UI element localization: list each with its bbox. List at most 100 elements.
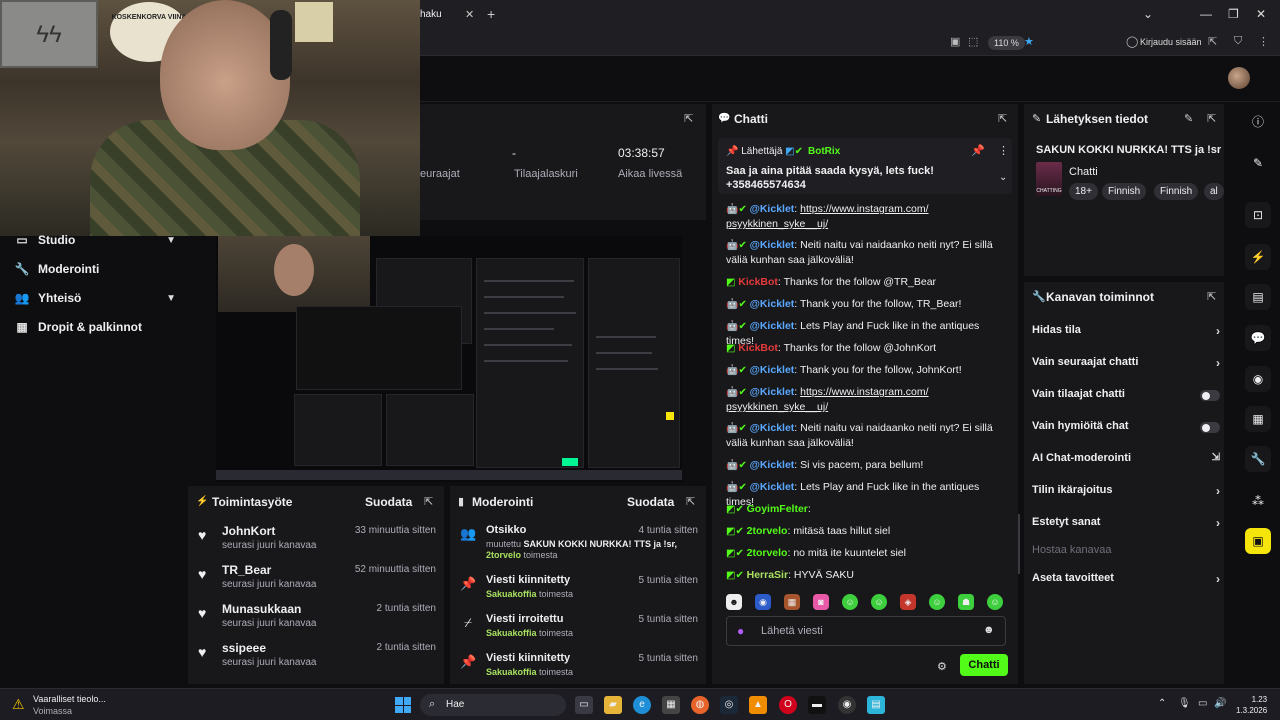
save-icon[interactable]: ⬚ xyxy=(968,35,978,48)
menu-icon[interactable]: ⋮ xyxy=(1258,35,1269,48)
broadcast-icon[interactable]: ◉ xyxy=(1245,366,1271,392)
tag-badge[interactable]: Finnish xyxy=(1154,183,1199,200)
vlc-icon[interactable]: ▲ xyxy=(749,696,767,714)
follower-name[interactable]: TR_Bear xyxy=(222,563,271,577)
network-icon[interactable]: ▭ xyxy=(1198,698,1207,709)
chat-bubble-icon[interactable]: 💬 xyxy=(1245,325,1271,351)
steam-icon[interactable]: ◎ xyxy=(720,696,738,714)
document-icon[interactable]: ▤ xyxy=(1245,284,1271,310)
emote-icon[interactable]: ◈ xyxy=(900,594,916,610)
action-followers-only[interactable]: Vain seuraajat chatti › xyxy=(1032,356,1224,378)
volume-icon[interactable]: 🔊 xyxy=(1214,698,1226,709)
minimize-icon[interactable]: — xyxy=(1200,7,1212,21)
extensions-icon[interactable]: ⇱ xyxy=(1208,35,1217,48)
microphone-icon[interactable]: 🎙 xyxy=(1178,698,1191,709)
popout-icon[interactable]: ⇱ xyxy=(424,495,433,508)
maximize-icon[interactable]: ❐ xyxy=(1228,7,1239,21)
tag-badge[interactable]: al xyxy=(1204,183,1224,200)
terminal-icon[interactable]: ▬ xyxy=(808,696,826,714)
firefox-icon[interactable]: ◍ xyxy=(691,696,709,714)
chat-username[interactable]: @Kicklet xyxy=(750,320,795,332)
tab-list-icon[interactable]: ⌄ xyxy=(1143,7,1153,21)
popout-icon[interactable]: ⇱ xyxy=(1207,112,1216,125)
emote-icon[interactable]: ☺ xyxy=(842,594,858,610)
gear-icon[interactable]: ⚙ xyxy=(937,660,947,673)
edit-icon[interactable]: ✎ xyxy=(1184,112,1193,125)
store-icon[interactable]: ▦ xyxy=(662,696,680,714)
wrench-icon[interactable]: 🔧 xyxy=(1245,446,1271,472)
file-explorer-icon[interactable]: ▰ xyxy=(604,696,622,714)
popout-icon[interactable]: ⇱ xyxy=(686,495,695,508)
layout-icon[interactable]: ▦ xyxy=(1245,406,1271,432)
clapper-icon[interactable]: ▣ xyxy=(1245,528,1271,554)
emote-icon[interactable]: ☺ xyxy=(871,594,887,610)
follower-name[interactable]: Munasukkaan xyxy=(222,602,301,616)
weather-warning-title[interactable]: Vaaralliset tieolo... xyxy=(33,694,106,704)
tray-chevron-icon[interactable]: ⌃ xyxy=(1158,698,1166,709)
chat-username[interactable]: GoyimFelter xyxy=(747,503,808,515)
chat-username[interactable]: KickBot xyxy=(738,276,778,288)
apps-icon[interactable]: ⁂ xyxy=(1245,488,1271,514)
chat-username[interactable]: @Kicklet xyxy=(750,364,795,376)
popout-icon[interactable]: ⇱ xyxy=(1207,290,1216,303)
chat-username[interactable]: @Kicklet xyxy=(750,298,795,310)
chat-username[interactable]: @Kicklet xyxy=(750,481,795,493)
new-tab-icon[interactable]: + xyxy=(487,6,495,22)
mod-actor[interactable]: Sakuakoffia xyxy=(486,628,537,638)
pin-icon[interactable]: 📌 xyxy=(971,144,985,157)
opera-icon[interactable]: O xyxy=(779,696,797,714)
subscribers-only-toggle[interactable] xyxy=(1200,390,1220,401)
browser-tab-title[interactable]: haku xyxy=(420,9,442,20)
follower-name[interactable]: ssipeee xyxy=(222,641,266,655)
login-button[interactable]: Kirjaudu sisään xyxy=(1140,37,1202,47)
mod-actor[interactable]: 2torvelo xyxy=(486,550,521,560)
chat-username[interactable]: @Kicklet xyxy=(750,239,795,251)
chat-username[interactable]: @Kicklet xyxy=(750,203,795,215)
bookmark-star-icon[interactable]: ★ xyxy=(1024,35,1034,48)
zoom-level[interactable]: 110 % xyxy=(988,36,1025,50)
pinned-user[interactable]: BotRix xyxy=(808,146,840,157)
tab-close-icon[interactable]: ✕ xyxy=(465,8,474,21)
follower-name[interactable]: JohnKort xyxy=(222,524,275,538)
lightning-icon[interactable]: ⚡ xyxy=(1245,244,1271,270)
chat-username[interactable]: 2torvelo xyxy=(747,547,788,559)
emote-only-toggle[interactable] xyxy=(1200,422,1220,433)
action-ai-moderation[interactable]: AI Chat-moderointi ⇲ xyxy=(1032,452,1224,474)
emote-icon[interactable]: ◙ xyxy=(813,594,829,610)
chat-username[interactable]: @Kicklet xyxy=(750,422,795,434)
chat-message-input[interactable] xyxy=(761,623,971,639)
clock[interactable]: 1.23 1.3.2026 xyxy=(1236,694,1267,716)
nav-moderation[interactable]: 🔧 Moderointi xyxy=(14,259,176,279)
window-close-icon[interactable]: ✕ xyxy=(1256,7,1266,21)
nav-community[interactable]: 👥 Yhteisö ▼ xyxy=(14,288,176,308)
nav-studio[interactable]: ▭ Studio ▼ xyxy=(14,230,176,250)
chat-username[interactable]: @Kicklet xyxy=(750,459,795,471)
edge-icon[interactable]: e xyxy=(633,696,651,714)
tag-badge[interactable]: Finnish xyxy=(1102,183,1147,200)
action-set-goals[interactable]: Aseta tavoitteet › xyxy=(1032,572,1224,594)
chevron-down-icon[interactable]: ▼ xyxy=(166,235,176,246)
nav-drops[interactable]: ▦ Dropit & palkinnot xyxy=(14,317,176,337)
popout-icon[interactable]: ⇱ xyxy=(684,112,693,125)
pencil-icon[interactable]: ✎ xyxy=(1245,150,1271,176)
taskbar-search[interactable]: ⌕ Hae xyxy=(420,694,566,716)
chat-scrollbar[interactable] xyxy=(1018,514,1020,574)
mod-actor[interactable]: Sakuakoffia xyxy=(486,667,537,677)
emote-icon[interactable]: ☺ xyxy=(987,594,1003,610)
action-slow-mode[interactable]: Hidas tila › xyxy=(1032,324,1224,346)
emote-icon[interactable]: ☻ xyxy=(726,594,742,610)
windows-start-icon[interactable] xyxy=(395,697,411,713)
action-age-restriction[interactable]: Tilin ikärajoitus › xyxy=(1032,484,1224,506)
emote-icon[interactable]: ☗ xyxy=(958,594,974,610)
notepad-icon[interactable]: ▤ xyxy=(867,696,885,714)
chevron-down-icon[interactable]: ⌄ xyxy=(999,172,1007,183)
microphone-icon[interactable]: ● xyxy=(737,624,744,638)
emote-icon[interactable]: ▦ xyxy=(784,594,800,610)
send-chat-button[interactable]: Chatti xyxy=(960,654,1008,676)
activity-filter-button[interactable]: Suodata xyxy=(365,495,412,509)
stream-preview[interactable] xyxy=(216,236,682,482)
category-thumbnail[interactable]: CHATTING xyxy=(1036,162,1062,196)
category-name[interactable]: Chatti xyxy=(1069,166,1098,178)
chat-username[interactable]: KickBot xyxy=(738,342,778,354)
emoji-icon[interactable]: ☻ xyxy=(983,624,995,636)
